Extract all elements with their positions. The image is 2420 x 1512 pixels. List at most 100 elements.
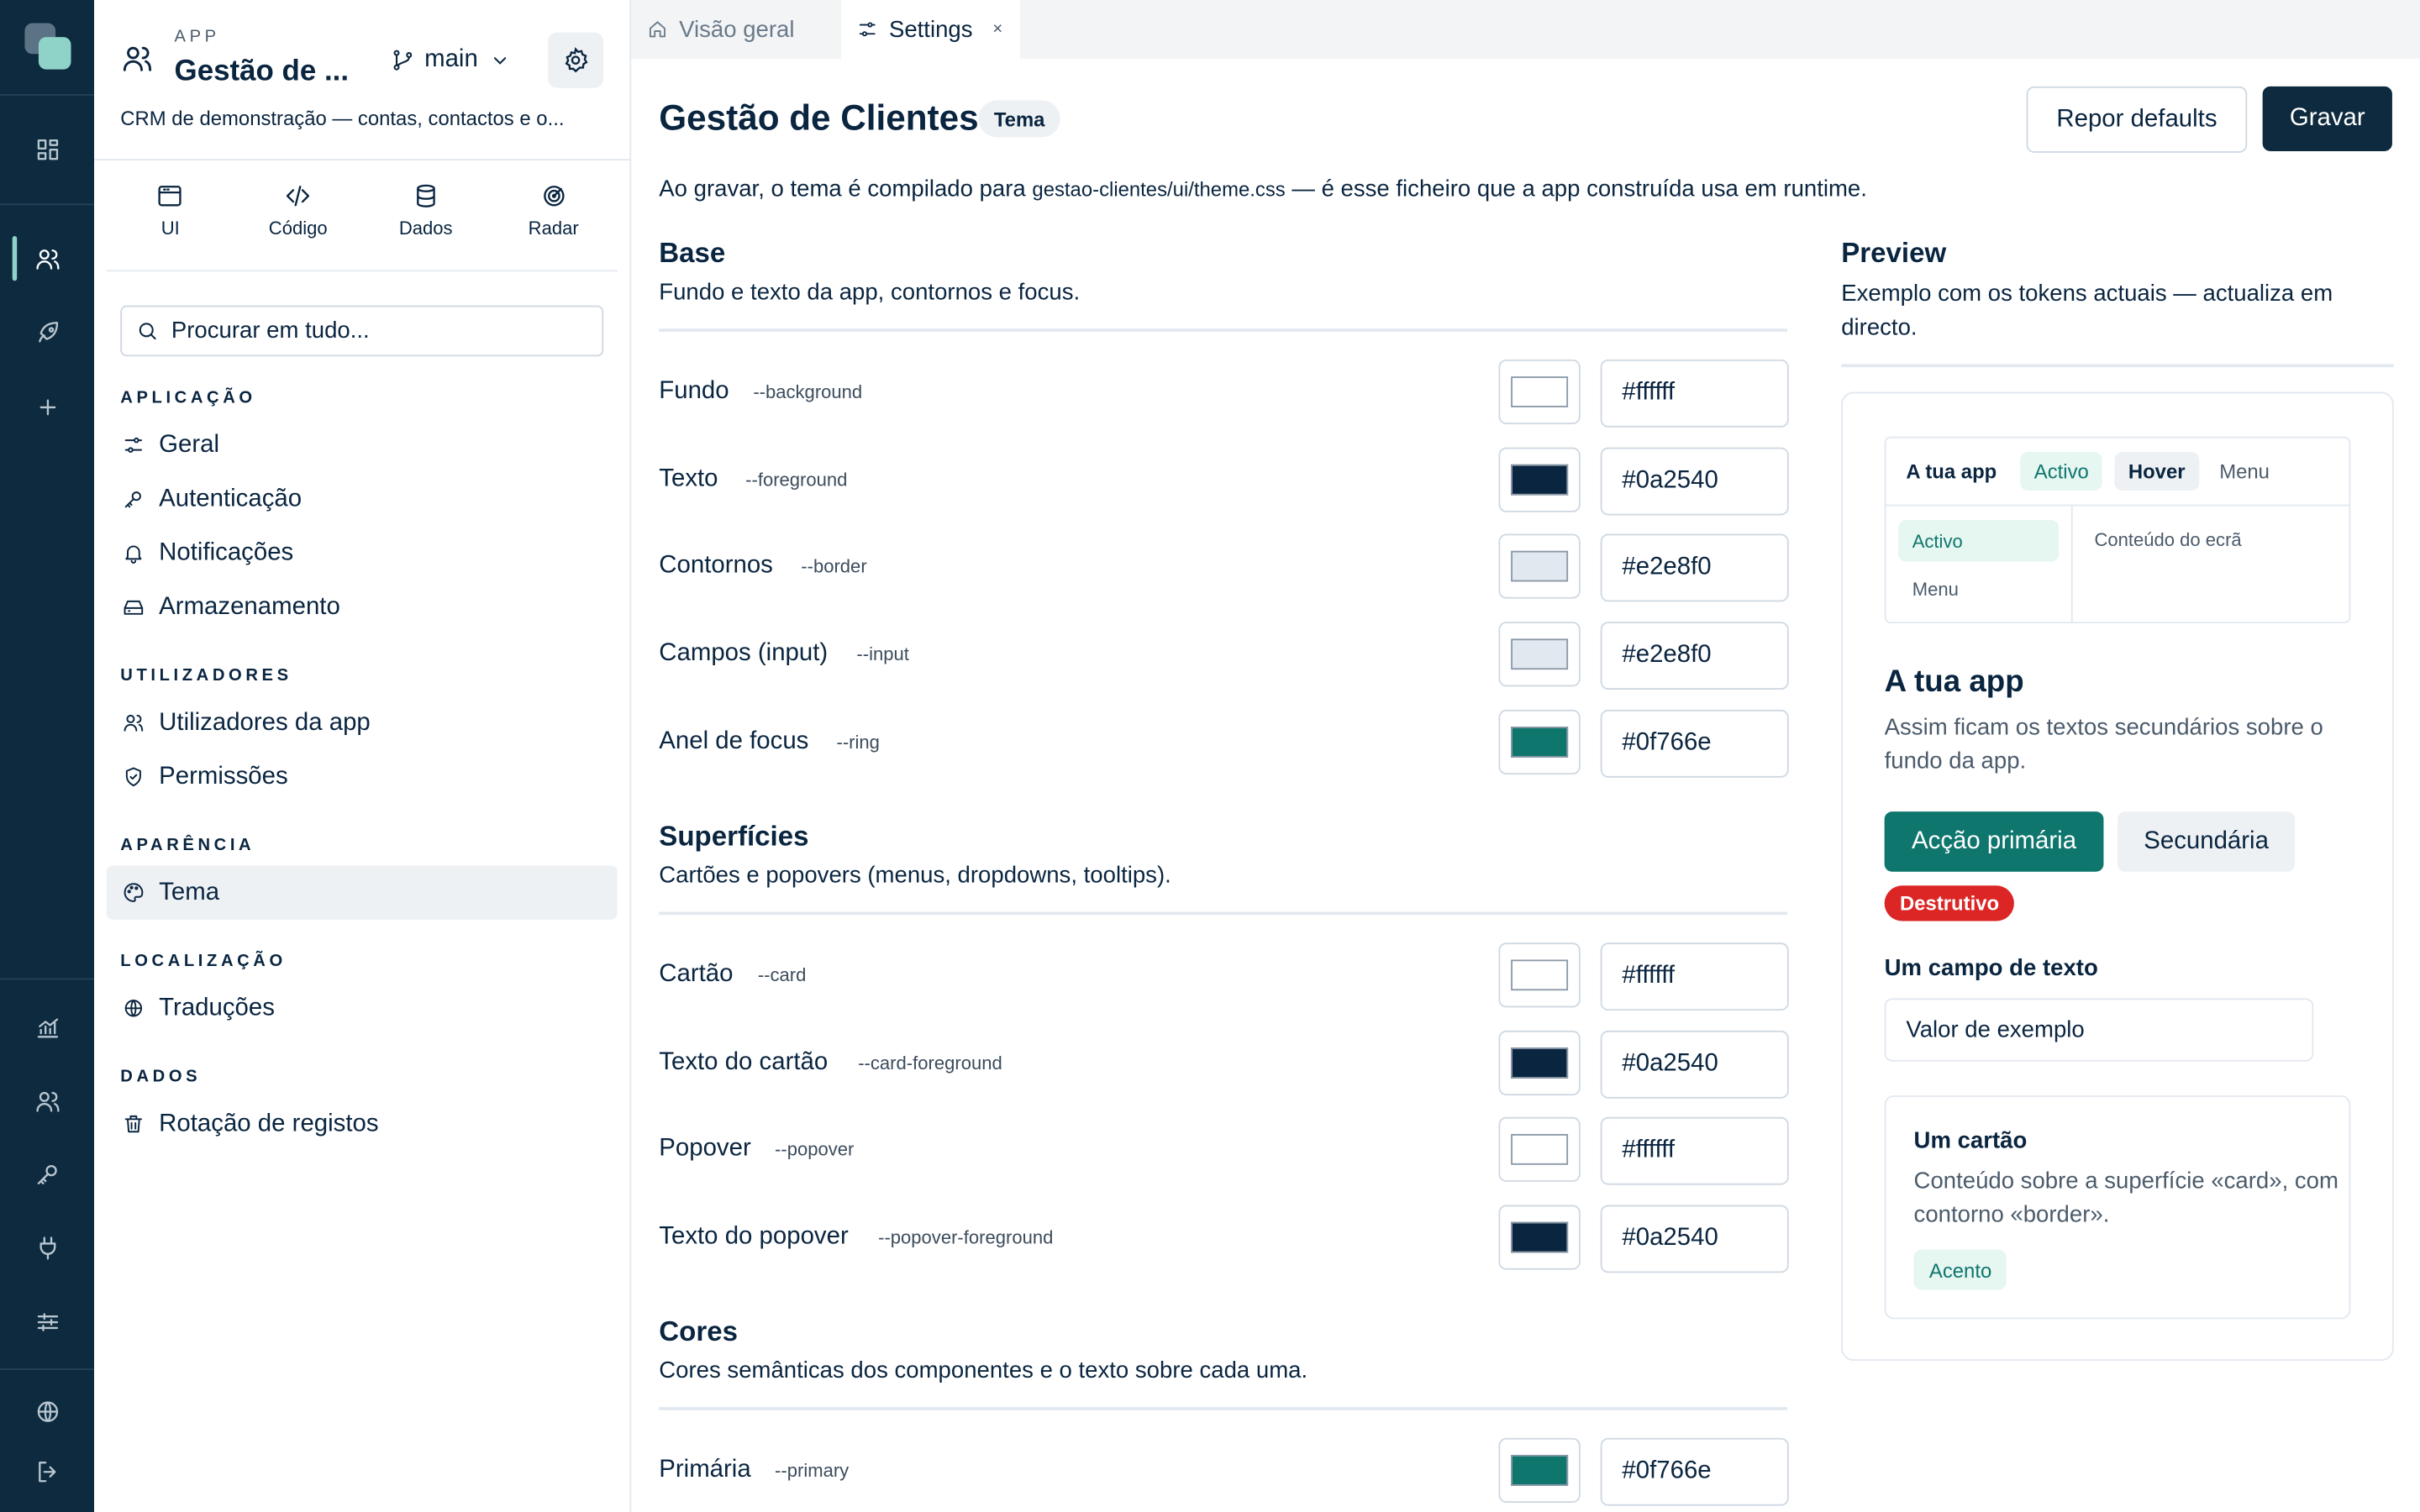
color-swatch[interactable] [1498,1116,1581,1182]
nav-label: Rotação de registos [159,1110,379,1137]
tab-label: Visão geral [679,16,795,43]
color-hex-input[interactable]: #ffffff [1600,359,1789,428]
primary-action-button[interactable]: Acção primária [1884,811,2104,872]
destructive-badge[interactable]: Destrutivo [1884,885,2015,921]
color-hex-input[interactable]: #0a2540 [1600,1205,1789,1273]
card-title: Um cartão [1913,1127,2028,1154]
color-hex-input[interactable]: #0f766e [1600,1437,1789,1506]
branch-selector[interactable]: main [391,43,513,76]
tab-dados[interactable]: Dados [362,160,490,270]
nav-label: Geral [159,431,220,458]
color-swatch[interactable] [1498,1437,1581,1503]
color-label: Campos (input) [659,640,829,667]
color-swatch[interactable] [1498,622,1581,687]
nav-item-autenticacao[interactable]: Autenticação [107,472,618,526]
color-label: Texto [659,465,718,492]
mock-sidebar-menu[interactable]: Menu [1912,579,1959,601]
nav-item-geral[interactable]: Geral [107,418,618,472]
drive-icon [124,600,144,615]
tab-visao-geral[interactable]: Visão geral [631,0,841,59]
nav-item-tema[interactable]: Tema [106,865,618,920]
color-hex-input[interactable]: #ffffff [1600,1116,1789,1185]
secondary-button[interactable]: Secundária [2117,811,2296,872]
nav-label: Traduções [159,994,275,1021]
tab-label: Radar [528,217,579,239]
bell-icon [125,545,142,564]
section-title-localizacao: LOCALIZAÇÃO [120,952,287,971]
card-text: Conteúdo sobre a superfície «card», com … [1913,1168,2338,1229]
group-subtitle: Cores semânticas dos componentes e o tex… [659,1357,1308,1384]
rocket-icon[interactable] [22,307,73,359]
chart-icon[interactable] [22,1001,73,1053]
globe-icon [124,1000,143,1017]
nav-label: Autenticação [159,485,302,512]
color-row-foreground: Texto --foreground #0a2540 [659,447,1789,516]
color-swatch[interactable] [1498,942,1581,1008]
mock-menu-item[interactable]: Menu [2219,459,2270,483]
dashboard-icon[interactable] [22,123,73,175]
color-swatch[interactable] [1498,709,1581,775]
color-swatch[interactable] [1498,359,1581,425]
app-settings-button[interactable] [548,32,604,88]
color-swatch[interactable] [1498,1030,1581,1096]
code-icon [287,186,310,207]
branch-name: main [424,46,478,73]
nav-label: Permissões [159,763,288,790]
mock-sidebar-active[interactable]: Activo [1898,519,2060,562]
color-hex-input[interactable]: #e2e8f0 [1600,622,1789,690]
tab-radar[interactable]: Radar [490,160,618,270]
page-title: Gestão de Clientes [659,97,979,138]
color-token: --popover-foreground [878,1226,1054,1248]
color-hex-input[interactable]: #e2e8f0 [1600,533,1789,602]
color-hex-input[interactable]: #ffffff [1600,942,1789,1011]
users-icon[interactable] [12,233,73,284]
logout-icon[interactable] [22,1446,73,1497]
nav-item-utilizadores-da-app[interactable]: Utilizadores da app [107,696,618,749]
color-token: --foreground [745,469,848,491]
color-token: --primary [775,1459,850,1482]
logo[interactable] [24,23,71,70]
color-swatch[interactable] [1498,447,1581,512]
color-row-ring: Anel de focus --ring #0f766e [659,709,1789,778]
mock-active-item[interactable]: Activo [2020,452,2103,491]
color-row-popover: Popover --popover #ffffff [659,1116,1789,1185]
example-text-field[interactable]: Valor de exemplo [1884,998,2314,1062]
plus-icon[interactable] [22,381,73,433]
tab-codigo[interactable]: Código [234,160,362,270]
sliders-icon [124,437,143,453]
color-token: --background [753,381,863,403]
nav-item-rotacao-de-registos[interactable]: Rotação de registos [107,1097,618,1151]
key-icon[interactable] [22,1148,73,1200]
sliders-icon[interactable] [22,1296,73,1347]
close-icon[interactable]: × [992,20,1002,39]
save-button[interactable]: Gravar [2262,86,2392,151]
nav-item-permissoes[interactable]: Permissões [107,750,618,804]
color-row-card-foreground: Texto do cartão --card-foreground #0a254… [659,1030,1789,1099]
tab-label: UI [160,217,180,239]
users-icon[interactable] [22,1075,73,1126]
tab-ui[interactable]: UI [107,160,234,270]
mock-hover-item[interactable]: Hover [2114,452,2200,491]
accent-badge: Acento [1913,1249,2007,1290]
color-hex-input[interactable]: #0a2540 [1600,447,1789,516]
color-hex-input[interactable]: #0a2540 [1600,1030,1789,1099]
group-title-cores: Cores [659,1315,739,1347]
nav-item-armazenamento[interactable]: Armazenamento [107,580,618,634]
nav-label: Armazenamento [159,593,340,620]
reset-defaults-button[interactable]: Repor defaults [2026,86,2248,153]
color-swatch[interactable] [1498,533,1581,599]
editor-tabs: Visão geral Settings × [631,0,2420,59]
color-swatch[interactable] [1498,1205,1581,1270]
preview-card: Um cartão Conteúdo sobre a superfície «c… [1884,1095,2351,1320]
tab-settings[interactable]: Settings × [841,0,1021,59]
search-input[interactable] [171,318,573,344]
app-name: Gestão de ... [174,55,350,88]
nav-label: Notificações [159,538,294,566]
nav-item-notificacoes[interactable]: Notificações [107,526,618,580]
nav-item-traducoes[interactable]: Traduções [107,981,618,1035]
home-icon [649,21,666,38]
color-hex-input[interactable]: #0f766e [1600,709,1789,778]
globe-icon[interactable] [22,1385,73,1436]
plug-icon[interactable] [22,1222,73,1273]
shield-icon [125,767,141,787]
